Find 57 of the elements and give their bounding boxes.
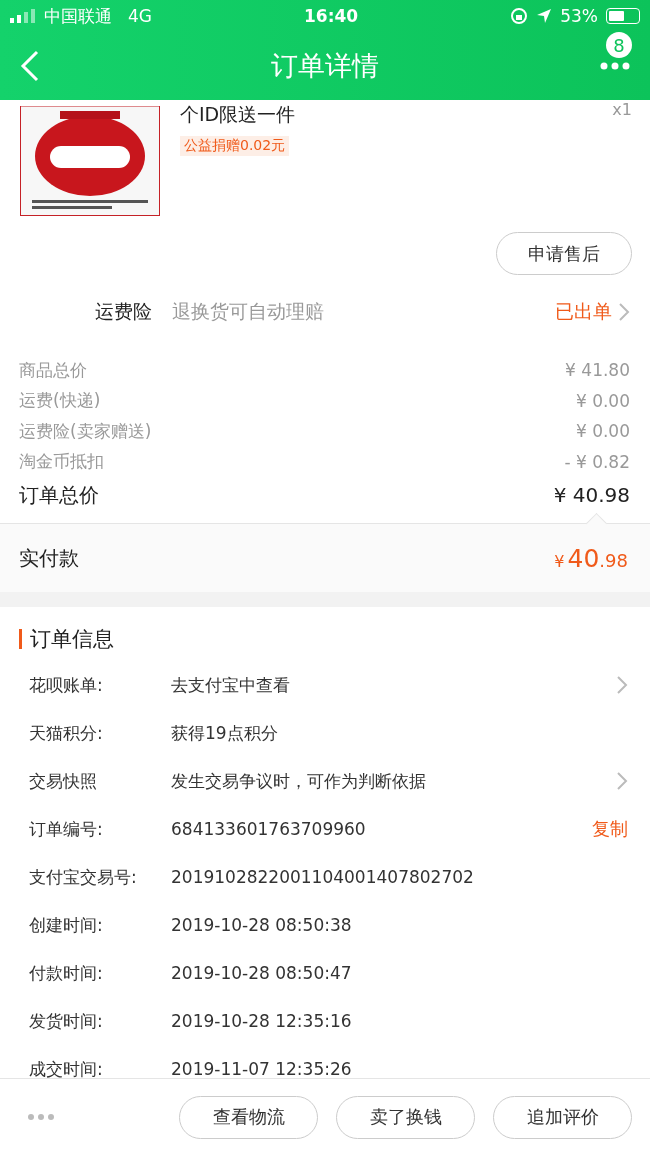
info-label: 创建时间: [29,913,104,937]
network-label: 4G [128,6,152,26]
section-title: 订单信息 [30,626,114,653]
battery-percent: 53% [560,6,598,26]
info-label: 交易快照 [29,769,98,793]
notification-badge: 8 [606,32,632,58]
info-label: 订单编号: [29,817,104,841]
battery-icon [606,8,640,24]
price-value: ¥ 40.98 [553,483,630,507]
info-value: 2019-11-07 12:35:26 [171,1059,353,1078]
info-label: 付款时间: [29,961,104,985]
info-label: 支付宝交易号: [29,865,138,889]
product-title: 个ID限送一件 [180,102,296,127]
signal-icon [10,9,36,23]
info-value: 2019-10-28 08:50:38 [171,915,353,935]
more-icon[interactable] [600,62,630,70]
clock: 16:40 [304,6,359,26]
info-label: 天猫积分: [29,721,104,745]
page-title: 订单详情 [271,49,379,83]
carrier-label: 中国联通 [44,4,112,28]
copy-link[interactable]: 复制 [592,817,628,841]
chevron-right-icon [616,771,628,791]
price-label: 运费(快递) [19,389,101,413]
info-value: 2019-10-28 08:50:47 [171,963,353,983]
info-value: 684133601763709960 [171,819,367,839]
donation-tag: 公益捐赠0.02元 [180,136,290,156]
price-value: ¥ 0.00 [575,390,630,411]
info-label: 花呗账单: [29,673,104,697]
info-value: 去支付宝中查看 [171,673,291,697]
payment-label: 实付款 [19,544,79,572]
chevron-right-icon [618,302,630,322]
insurance-description: 退换货可自动理赔 [172,299,325,324]
price-value: ¥ 41.80 [565,360,630,381]
back-icon[interactable] [20,50,40,82]
rotation-lock-icon [510,7,529,25]
price-label: 商品总价 [19,358,87,382]
chevron-right-icon [616,675,628,695]
more-icon[interactable] [28,1114,54,1120]
quantity-label: x1 [612,100,632,119]
price-label: 淘金币抵扣 [19,450,104,474]
price-value: - ¥ 0.82 [564,451,630,472]
price-label: 运费险(卖家赠送) [19,419,152,443]
info-value: 2019102822001104001407802702 [171,867,475,887]
info-label: 发货时间: [29,1009,104,1033]
info-value: 2019-10-28 12:35:16 [171,1011,353,1031]
action-button[interactable]: 查看物流 [179,1095,318,1139]
price-value: ¥ 0.00 [575,421,630,442]
action-button[interactable]: 卖了换钱 [336,1095,475,1139]
info-value: 获得19点积分 [171,721,279,745]
info-label: 成交时间: [29,1057,104,1078]
info-value: 发生交易争议时，可作为判断依据 [171,769,427,793]
payment-amount: ¥40.98 [554,543,628,573]
price-label: 订单总价 [19,481,99,509]
action-button[interactable]: 追加评价 [493,1095,632,1139]
insurance-label: 运费险 [95,299,152,324]
after-sale-button[interactable]: 申请售后 [496,232,632,275]
location-arrow-icon [536,8,553,24]
